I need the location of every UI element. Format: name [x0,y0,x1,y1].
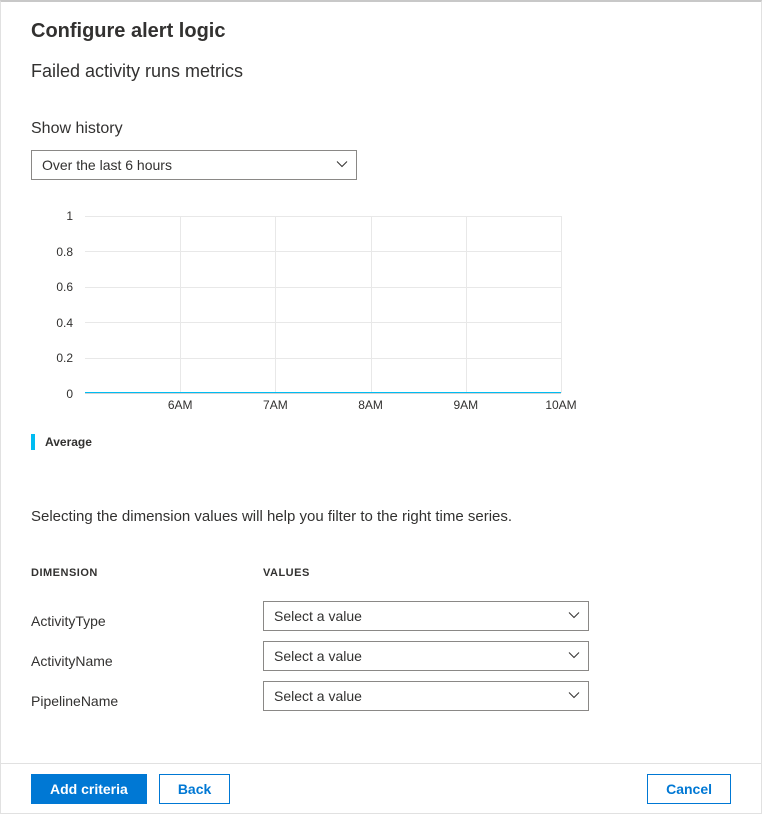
legend-swatch [31,434,35,450]
dimension-value: Select a value [274,688,362,704]
chevron-down-icon [568,688,580,704]
cancel-button[interactable]: Cancel [647,774,731,804]
history-chart: 1 0.8 0.6 0.4 0.2 0 6AM 7AM 8AM 9AM 10AM [31,216,731,416]
chart-legend: Average [31,434,731,450]
x-tick: 10AM [545,398,576,412]
dimension-select-activityname[interactable]: Select a value [263,641,589,671]
y-tick: 0.6 [56,280,73,294]
footer-bar: Add criteria Back Cancel [1,763,761,813]
show-history-select[interactable]: Over the last 6 hours [31,150,357,180]
dimension-value: Select a value [274,608,362,624]
chevron-down-icon [568,648,580,664]
dimension-value: Select a value [274,648,362,664]
y-tick: 0.4 [56,316,73,330]
chart-plot-area [85,216,561,394]
x-tick: 8AM [358,398,383,412]
dimension-label-activitytype: ActivityType [31,601,263,641]
dimension-select-pipelinename[interactable]: Select a value [263,681,589,711]
dimension-label-pipelinename: PipelineName [31,681,263,721]
dimension-table: DIMENSION VALUES ActivityType Select a v… [31,567,731,721]
dimension-select-activitytype[interactable]: Select a value [263,601,589,631]
legend-label: Average [45,435,92,449]
x-tick: 6AM [168,398,193,412]
dimension-helper-text: Selecting the dimension values will help… [31,508,731,525]
add-criteria-button[interactable]: Add criteria [31,774,147,804]
chevron-down-icon [336,157,348,173]
dimension-header: DIMENSION [31,567,263,601]
x-tick: 9AM [453,398,478,412]
page-subtitle: Failed activity runs metrics [31,61,731,82]
back-button[interactable]: Back [159,774,230,804]
show-history-value: Over the last 6 hours [42,157,172,173]
page-title: Configure alert logic [31,20,731,43]
y-tick: 1 [66,209,73,223]
chevron-down-icon [568,608,580,624]
dimension-label-activityname: ActivityName [31,641,263,681]
y-tick: 0 [66,387,73,401]
y-tick: 0.2 [56,351,73,365]
show-history-label: Show history [31,120,731,138]
x-tick: 7AM [263,398,288,412]
chart-y-axis: 1 0.8 0.6 0.4 0.2 0 [31,216,81,394]
y-tick: 0.8 [56,245,73,259]
chart-x-axis: 6AM 7AM 8AM 9AM 10AM [85,398,561,416]
values-header: VALUES [263,567,589,601]
chart-series-line [85,392,561,393]
